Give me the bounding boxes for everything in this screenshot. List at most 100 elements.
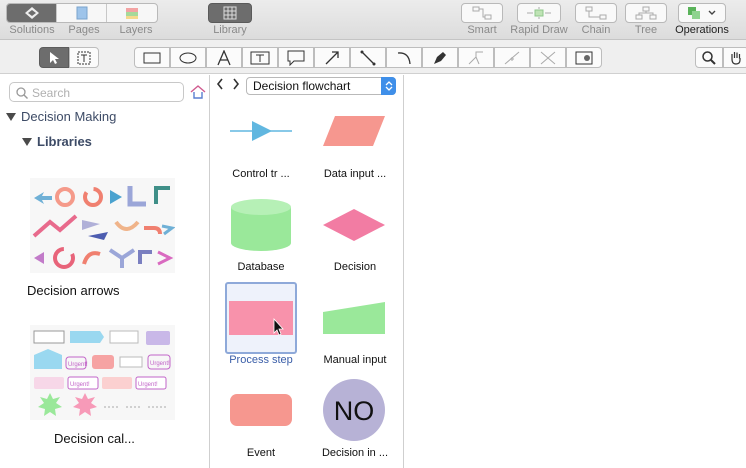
tree-button[interactable] [625,3,667,23]
arc-tool[interactable] [386,47,422,68]
urgent-text: Urgent! [138,382,158,388]
solution-home-icon[interactable] [190,84,206,100]
line-tool[interactable] [350,47,386,68]
shape-database[interactable] [225,189,297,261]
tree-item-label: Libraries [37,134,92,149]
layers-button[interactable] [107,4,157,22]
tree-item-decision-making[interactable]: Decision Making [6,109,116,124]
shape-label: Database [237,261,285,273]
tree-item-libraries[interactable]: Libraries [22,134,92,149]
tree-item-label: Decision Making [21,109,117,124]
library-thumbnail-decision-arrows[interactable] [30,178,176,273]
chain-connector-icon [540,51,556,64]
library-dropdown[interactable]: Decision flowchart [246,77,396,95]
decision-no-circle-icon: NO [323,379,385,441]
top-toolbar: Solutions Pages Layers Library Smart Rap… [0,0,746,40]
urgent-text: Urgent! [150,361,170,367]
search-field[interactable] [9,82,184,102]
solutions-icon [24,7,39,19]
operations-icon [688,7,716,19]
search-icon [16,87,28,99]
library-name: Decision arrows [27,283,120,298]
insert-tool[interactable] [566,47,602,68]
chevron-left-icon [216,78,223,90]
forward-arrow-button[interactable] [231,77,241,94]
smart-button[interactable] [461,3,503,23]
text-a-icon [217,49,231,65]
shape-process-step[interactable] [225,282,297,354]
text-box-tool[interactable] [242,47,278,68]
rapid-draw-label: Rapid Draw [510,24,568,36]
shape-decision-indicator[interactable]: NO [318,374,390,446]
rectangle-icon [143,52,161,63]
shape-label: Data input ... [323,168,387,180]
layers-icon [126,8,138,19]
chevron-right-icon [233,78,240,90]
callout-icon [287,50,305,66]
drawing-tools-bar [0,40,746,74]
smart-connector-tool[interactable] [458,47,494,68]
search-input[interactable] [32,85,177,100]
pen-tool[interactable] [422,47,458,68]
drawing-canvas[interactable] [405,75,746,468]
diamond-icon [323,209,385,241]
solutions-button[interactable] [7,4,57,22]
ellipse-tool[interactable] [170,47,206,68]
chain-button[interactable] [575,3,617,23]
arrow-tool[interactable] [314,47,350,68]
text-frame-icon [77,51,91,64]
arc-icon [397,51,411,64]
connector-tool[interactable] [494,47,530,68]
shape-control-transfer[interactable] [225,95,297,167]
shape-data-input[interactable] [318,95,390,167]
layers-label: Layers [119,24,153,36]
rapid-draw-icon [527,7,551,19]
line-icon [360,50,376,65]
operations-label: Operations [675,24,729,36]
shape-label: Process step [229,354,293,366]
decision-arrows-preview-icon [32,186,176,269]
shape-manual-input[interactable] [318,282,390,354]
chain-icon [585,6,607,20]
decision-callouts-preview-icon: Urgent! Urgent! Urgent! Urgent! [33,330,171,416]
manual-input-icon [323,302,385,334]
hand-icon [731,51,741,65]
pages-label: Pages [68,24,100,36]
select-tool[interactable] [39,47,69,68]
library-shapes-panel: Decision flowchart Control tr ... Data i… [211,75,404,468]
pointer-arrow-icon [50,51,59,64]
shape-label: Decision in ... [321,447,389,459]
process-rectangle-icon [229,301,293,335]
urgent-text: Urgent! [68,362,88,368]
magnifier-icon [702,50,716,65]
pages-icon [76,6,87,20]
chain-connector-tool[interactable] [530,47,566,68]
library-grid-icon [223,6,237,20]
insert-shape-icon [575,51,593,64]
callout-tool[interactable] [278,47,314,68]
back-arrow-button[interactable] [215,77,225,94]
disclosure-triangle-icon [22,137,32,146]
library-button[interactable] [208,3,252,23]
smart-connector-icon [468,51,483,64]
zoom-tool[interactable] [695,47,723,68]
no-text: NO [334,396,375,426]
control-transfer-icon [230,121,292,141]
hand-tool[interactable] [723,47,746,68]
shape-label: Manual input [323,354,387,366]
solutions-library-panel: Decision Making Libraries Decision [0,75,210,468]
library-thumbnail-decision-callouts[interactable]: Urgent! Urgent! Urgent! Urgent! [30,325,175,420]
connector-icon [504,51,520,64]
tree-label: Tree [634,24,658,36]
smart-icon [472,6,492,20]
text-tool[interactable] [206,47,242,68]
pages-button[interactable] [57,4,107,22]
database-cylinder-icon [231,199,291,251]
rectangle-tool[interactable] [134,47,170,68]
parallelogram-icon [323,116,385,146]
text-block-tool[interactable] [69,47,99,68]
rapid-draw-button[interactable] [517,3,561,23]
shape-decision[interactable] [318,189,390,261]
operations-button[interactable] [678,3,726,23]
shape-event[interactable] [225,374,297,446]
